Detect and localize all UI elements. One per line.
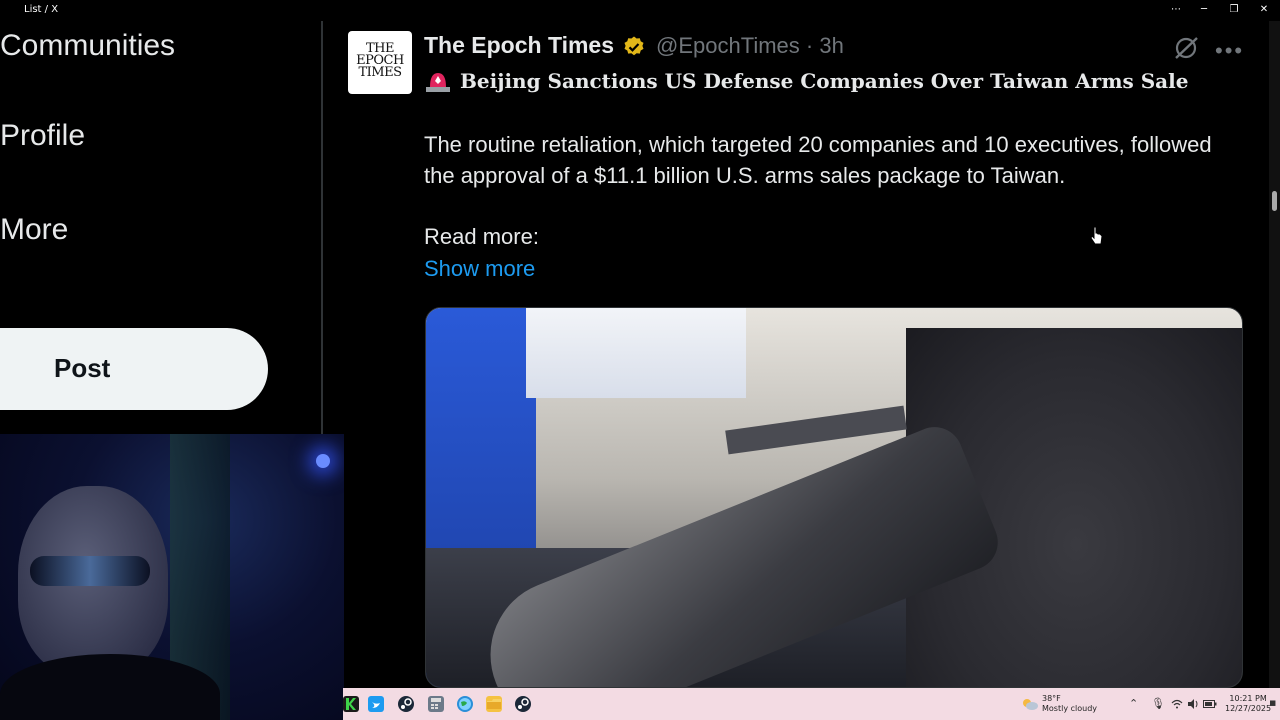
speaker-icon[interactable] [1187,698,1199,710]
grok-icon[interactable] [1172,34,1200,62]
verified-badge-icon [624,36,644,56]
post-button-label: Post [54,353,111,383]
clock-time: 10:21 PM [1229,694,1267,703]
wifi-icon[interactable] [1171,699,1183,709]
sidebar-item-more[interactable]: More [0,213,68,247]
steam-icon[interactable] [398,696,414,712]
post-body-text: The routine retaliation, which targeted … [424,132,1212,188]
author-name[interactable]: The Epoch Times [424,32,614,59]
calculator-icon[interactable] [428,696,444,712]
weather-cloud-icon [1023,699,1038,710]
read-more-label: Read more: [424,224,539,249]
sidebar-item-profile[interactable]: Profile [0,119,85,153]
window-minimize-button[interactable]: ─ [1190,2,1218,18]
clock-date: 12/27/2025 [1225,704,1272,713]
weather-widget[interactable]: 38°F Mostly cloudy [1042,694,1097,714]
webcam-person-glasses [30,556,150,586]
post-headline: Beijing Sanctions US Defense Companies O… [424,67,1188,93]
window-title: List / X [24,4,59,15]
show-more-link[interactable]: Show more [424,256,535,282]
windows-taskbar: 38°F Mostly cloudy ⌃ 🎙 10:21 PM 12/27/20… [343,688,1280,720]
post-button[interactable]: Post [0,328,268,410]
sidebar-item-communities[interactable]: Communities [0,29,175,63]
webcam-background-light [316,454,330,468]
post-headline-text: Beijing Sanctions US Defense Companies O… [460,69,1189,93]
author-avatar[interactable]: THE EPOCH TIMES [348,31,412,94]
feed-scrollbar[interactable] [1269,21,1280,688]
post-more-icon[interactable]: ••• [1215,38,1242,63]
twitter-taskbar-icon[interactable] [368,696,384,712]
author-handle-and-time[interactable]: @EpochTimes · 3h [656,33,844,59]
window-titlebar: List / X ⋯ ─ ❐ ✕ [0,0,1280,21]
battery-icon[interactable] [1203,699,1217,709]
app-k-icon[interactable] [343,696,359,712]
siren-emoji-icon [426,73,450,92]
window-close-button[interactable]: ✕ [1250,2,1278,18]
mouse-cursor-icon [1090,226,1103,245]
scrollbar-thumb[interactable] [1272,191,1277,211]
steam-icon-2[interactable] [515,696,531,712]
avatar-logo-text: THE EPOCH TIMES [356,41,404,80]
microphone-icon[interactable]: 🎙 [1151,697,1165,710]
media-banner [526,308,746,398]
post-media-image[interactable] [425,307,1243,688]
weather-temperature: 38°F [1042,694,1061,703]
webcam-overlay [0,434,344,720]
file-explorer-icon[interactable] [486,696,502,712]
notification-icon[interactable]: ▪ [1269,696,1276,709]
taskbar-clock[interactable]: 10:21 PM 12/27/2025 [1225,694,1271,714]
globe-app-icon[interactable] [457,696,473,712]
weather-description: Mostly cloudy [1042,704,1097,713]
window-more-button[interactable]: ⋯ [1162,2,1190,18]
window-maximize-button[interactable]: ❐ [1220,2,1248,18]
tray-chevron-up-icon[interactable]: ⌃ [1129,697,1138,710]
